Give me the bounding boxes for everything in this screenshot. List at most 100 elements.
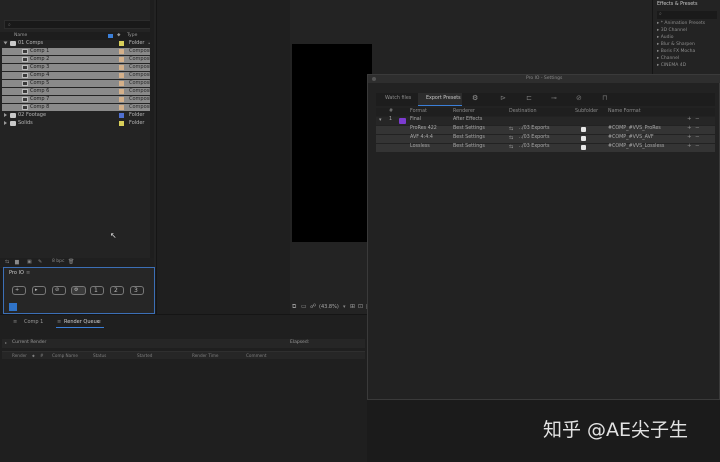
trash-icon[interactable]: 🗑 — [68, 260, 74, 265]
interpret-footage-icon[interactable]: ⇆ — [5, 260, 9, 265]
column-header-name-format[interactable]: Name Format — [608, 109, 641, 115]
settings-icon[interactable]: ⚙ — [472, 95, 478, 102]
tab-export-presets[interactable]: Export Presets — [426, 96, 461, 102]
effects-search-input[interactable]: ⌕ — [657, 11, 717, 19]
preset-group-row[interactable]: ▾ 1 Final After Effects + − — [376, 116, 715, 125]
render-preview-icon[interactable]: ⧉ — [292, 304, 296, 310]
project-comp-row[interactable]: Comp 1 Composit — [2, 48, 153, 55]
label-color-swatch[interactable] — [119, 73, 124, 78]
label-color-swatch[interactable] — [119, 57, 124, 62]
folder-link-icon[interactable]: ⇆ — [509, 127, 513, 132]
export-button[interactable]: ▸ — [32, 286, 46, 295]
remove-icon[interactable]: − — [695, 143, 700, 150]
project-comp-row[interactable]: Comp 7 Composit — [2, 96, 153, 103]
preset-name-format[interactable]: #COMP_#VVS_Lossless — [608, 144, 664, 150]
archive-icon[interactable]: ⊘ — [576, 95, 582, 102]
preset-2-button[interactable]: 2 — [110, 286, 124, 295]
effects-category-item[interactable]: ▸ Boris FX Mocha — [657, 49, 695, 55]
project-comp-row[interactable]: Comp 4 Composit — [2, 72, 153, 79]
toggle-icon[interactable]: ⊓ — [602, 95, 607, 102]
new-comp-icon[interactable]: ▣ — [27, 260, 32, 265]
bpc-button[interactable]: 8 bpc — [52, 259, 64, 265]
settings-button[interactable]: ⚙ — [71, 286, 86, 295]
expand-triangle-icon[interactable]: ▸ — [5, 341, 7, 345]
expand-triangle-icon[interactable] — [3, 41, 8, 45]
effects-category-item[interactable]: ▸ 3D Channel — [657, 28, 687, 34]
remove-icon[interactable]: − — [695, 116, 700, 123]
column-header-renderer[interactable]: Renderer — [453, 109, 475, 115]
project-folder-row[interactable]: Solids Folder — [2, 120, 152, 127]
preset-name-format[interactable]: #COMP_#VVS_AVF — [608, 135, 654, 141]
zoom-dropdown[interactable]: (43.8%) — [319, 305, 339, 310]
preset-row[interactable]: Lossless Best Settings ⇆ ../03 Exports #COMP… — [376, 143, 715, 152]
rq-col-comment[interactable]: Comment — [246, 353, 267, 358]
label-color-swatch[interactable] — [119, 89, 124, 94]
preset-1-button[interactable]: 1 — [90, 286, 104, 295]
menu-icon[interactable]: ≡ — [13, 320, 17, 325]
rq-col-render-time[interactable]: Render Time — [192, 353, 219, 358]
close-icon[interactable] — [372, 77, 376, 81]
preset-format[interactable]: AVF 4:4:4 — [410, 135, 433, 141]
export-icon[interactable]: ⊏ — [526, 95, 532, 102]
effects-category-item[interactable]: ▸ CINEMA 4D — [657, 63, 686, 69]
rq-col-comp-name[interactable]: Comp Name — [52, 353, 78, 358]
pen-icon[interactable]: ✎ — [38, 260, 42, 265]
composition-canvas[interactable] — [292, 44, 372, 242]
preset-format[interactable]: Lossless — [410, 144, 430, 150]
expand-triangle-icon[interactable] — [4, 121, 7, 125]
add-icon[interactable]: + — [687, 116, 692, 123]
add-icon[interactable]: + — [687, 125, 692, 132]
region-icon[interactable]: ⊡ — [358, 304, 363, 310]
project-comp-row[interactable]: Comp 8 Composit — [2, 104, 153, 111]
column-header-destination[interactable]: Destination — [509, 109, 537, 115]
preset-row[interactable]: AVF 4:4:4 Best Settings ⇆ ../03 Exports #COM… — [376, 134, 715, 143]
effects-category-item[interactable]: ▸ Audio — [657, 35, 674, 41]
monitor-icon[interactable]: ▭ — [301, 304, 307, 310]
project-comp-row[interactable]: Comp 6 Composit — [2, 88, 153, 95]
proio-status-indicator[interactable] — [9, 303, 17, 311]
label-color-swatch[interactable] — [119, 49, 124, 54]
skip-button[interactable]: ⊘ — [52, 286, 66, 295]
preset-format[interactable]: ProRes 422 — [410, 126, 437, 132]
project-comp-row[interactable]: Comp 3 Composit — [2, 64, 153, 71]
watch-icon[interactable]: ⊳ — [500, 95, 506, 102]
project-folder-row[interactable]: 02 Footage Folder — [2, 112, 152, 119]
folder-link-icon[interactable]: ⇆ — [509, 136, 513, 141]
tab-comp-1[interactable]: Comp 1 — [24, 320, 43, 325]
preset-name-format[interactable]: #COMP_#VVS_ProRes — [608, 126, 661, 132]
skip-icon[interactable]: ⊸ — [551, 95, 557, 102]
grid-icon[interactable]: ⊞ — [350, 304, 355, 310]
column-header-format[interactable]: Format — [410, 109, 427, 115]
add-icon[interactable]: + — [687, 134, 692, 141]
project-comp-row[interactable]: Comp 2 Composit — [2, 56, 153, 63]
label-color-swatch[interactable] — [119, 105, 124, 110]
expand-triangle-icon[interactable]: ▾ — [379, 118, 382, 123]
watch-add-button[interactable]: + — [12, 286, 26, 295]
preset-row[interactable]: ProRes 422 Best Settings ⇆ ../03 Exports #CO… — [376, 125, 715, 134]
label-color-swatch[interactable] — [119, 65, 124, 70]
type-column-header[interactable]: Type — [127, 33, 137, 39]
dialog-titlebar[interactable]: Pro IO - Settings — [368, 75, 720, 83]
preset-destination[interactable]: ../03 Exports — [519, 135, 550, 141]
new-folder-icon[interactable]: ▆ — [15, 260, 19, 265]
effects-category-item[interactable]: ▸ Channel — [657, 56, 679, 62]
label-color-swatch[interactable] — [119, 41, 124, 46]
project-comp-row[interactable]: Comp 5 Composit — [2, 80, 153, 87]
folder-link-icon[interactable]: ⇆ — [509, 145, 513, 150]
preset-renderer[interactable]: Best Settings — [453, 126, 485, 132]
subfolder-checkbox[interactable] — [581, 145, 586, 150]
preset-destination[interactable]: ../03 Exports — [519, 126, 550, 132]
effects-category-item[interactable]: ▸ Blur & Sharpen — [657, 42, 695, 48]
label-color-swatch[interactable] — [119, 121, 124, 126]
subfolder-checkbox[interactable] — [581, 136, 586, 141]
rq-col-render[interactable]: Render — [12, 353, 27, 358]
preset-renderer[interactable]: Best Settings — [453, 144, 485, 150]
menu-icon[interactable]: ≡ — [57, 320, 61, 325]
preset-renderer[interactable]: Best Settings — [453, 135, 485, 141]
rq-col-index[interactable]: # — [40, 353, 44, 358]
label-color-swatch[interactable] — [119, 81, 124, 86]
mask-icon[interactable]: ☍ — [310, 304, 316, 310]
column-header-[interactable]: # — [389, 109, 393, 115]
project-search-input[interactable]: ⌕ — [4, 20, 152, 29]
remove-icon[interactable]: − — [695, 125, 700, 132]
